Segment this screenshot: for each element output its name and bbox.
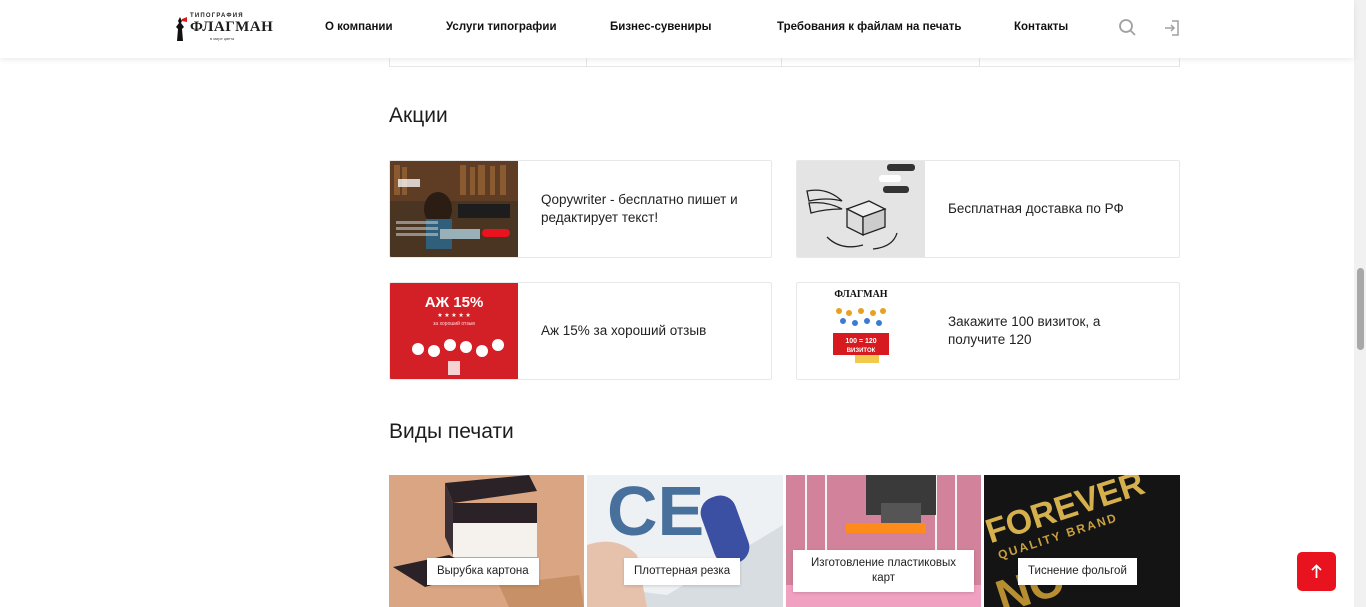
promotions-title: Акции <box>389 104 448 127</box>
logo-main-text: ФЛАГМАН <box>190 19 274 35</box>
promo-text: Qopywriter - бесплатно пишет и редактиру… <box>541 192 738 225</box>
print-type-card[interactable]: FOREVER QUALITY BRAND NO Тиснение фольго… <box>984 475 1180 607</box>
logo[interactable]: ТИПОГРАФИЯ ФЛАГМАН в мире цвета <box>172 13 274 45</box>
print-type-card[interactable]: CE Плоттерная резка <box>587 475 783 607</box>
promo-card[interactable]: Бесплатная доставка по РФ <box>796 160 1180 258</box>
print-types-title: Виды печати <box>389 420 514 443</box>
promo-image-subtitle: за хороший отзыв <box>433 320 475 327</box>
cardboard-cutting-image <box>389 475 584 607</box>
nav-services[interactable]: Услуги типографии <box>446 21 557 33</box>
login-icon[interactable] <box>1162 18 1182 38</box>
scroll-to-top-button[interactable] <box>1297 552 1336 591</box>
business-cards-promo-image: ФЛАГМАН 100 = 120 ВИЗИТОК <box>797 283 925 379</box>
page-scrollbar[interactable] <box>1354 0 1366 607</box>
promo-image-badge: 100 = 120 <box>845 338 876 345</box>
nav-souvenirs[interactable]: Бизнес-сувениры <box>610 21 711 33</box>
review-discount-image: АЖ 15% ★ ★ ★ ★ ★ за хороший отзыв <box>390 283 518 379</box>
logo-tagline: в мире цвета <box>210 36 235 41</box>
promo-card[interactable]: ФЛАГМАН 100 = 120 ВИЗИТОК Закажите 100 в… <box>796 282 1180 380</box>
promo-card[interactable]: Qopywriter - бесплатно пишет и редактиру… <box>389 160 772 258</box>
print-type-label: Изготовление пластиковых карт <box>793 550 974 592</box>
promo-text: Аж 15% за хороший отзыв <box>541 323 707 338</box>
search-icon[interactable] <box>1118 18 1138 38</box>
nav-about[interactable]: О компании <box>325 21 393 33</box>
promo-image-title: АЖ 15% <box>425 294 484 311</box>
print-type-label: Плоттерная резка <box>624 558 741 585</box>
print-type-label: Вырубка картона <box>427 558 539 585</box>
foil-stamping-image: FOREVER QUALITY BRAND NO <box>984 475 1180 607</box>
svg-text:ФЛАГМАН: ФЛАГМАН <box>834 289 887 300</box>
svg-text:★ ★ ★ ★ ★: ★ ★ ★ ★ ★ <box>437 312 471 319</box>
site-header: ТИПОГРАФИЯ ФЛАГМАН в мире цвета О компан… <box>0 0 1354 58</box>
copywriter-promo-image <box>390 161 518 257</box>
logo-figure-icon <box>176 17 187 41</box>
delivery-promo-image <box>797 161 925 257</box>
print-type-card[interactable]: Вырубка картона <box>389 475 584 607</box>
svg-text:CE: CE <box>607 475 704 550</box>
nav-file-requirements[interactable]: Требования к файлам на печать <box>777 21 961 33</box>
scrollbar-thumb[interactable] <box>1357 268 1364 350</box>
promo-image-badge-sub: ВИЗИТОК <box>847 348 876 354</box>
promo-card[interactable]: АЖ 15% ★ ★ ★ ★ ★ за хороший отзыв Аж 15%… <box>389 282 772 380</box>
print-type-card[interactable]: Изготовление пластиковых карт <box>786 475 981 607</box>
promo-text: Закажите 100 визиток, а получите 120 <box>948 314 1101 347</box>
plotter-cutting-image: CE <box>587 475 783 607</box>
promo-text: Бесплатная доставка по РФ <box>948 201 1124 216</box>
print-type-label: Тиснение фольгой <box>1018 558 1137 585</box>
arrow-up-icon <box>1311 564 1322 578</box>
nav-contacts[interactable]: Контакты <box>1014 21 1068 33</box>
table-remnant <box>389 58 1180 67</box>
